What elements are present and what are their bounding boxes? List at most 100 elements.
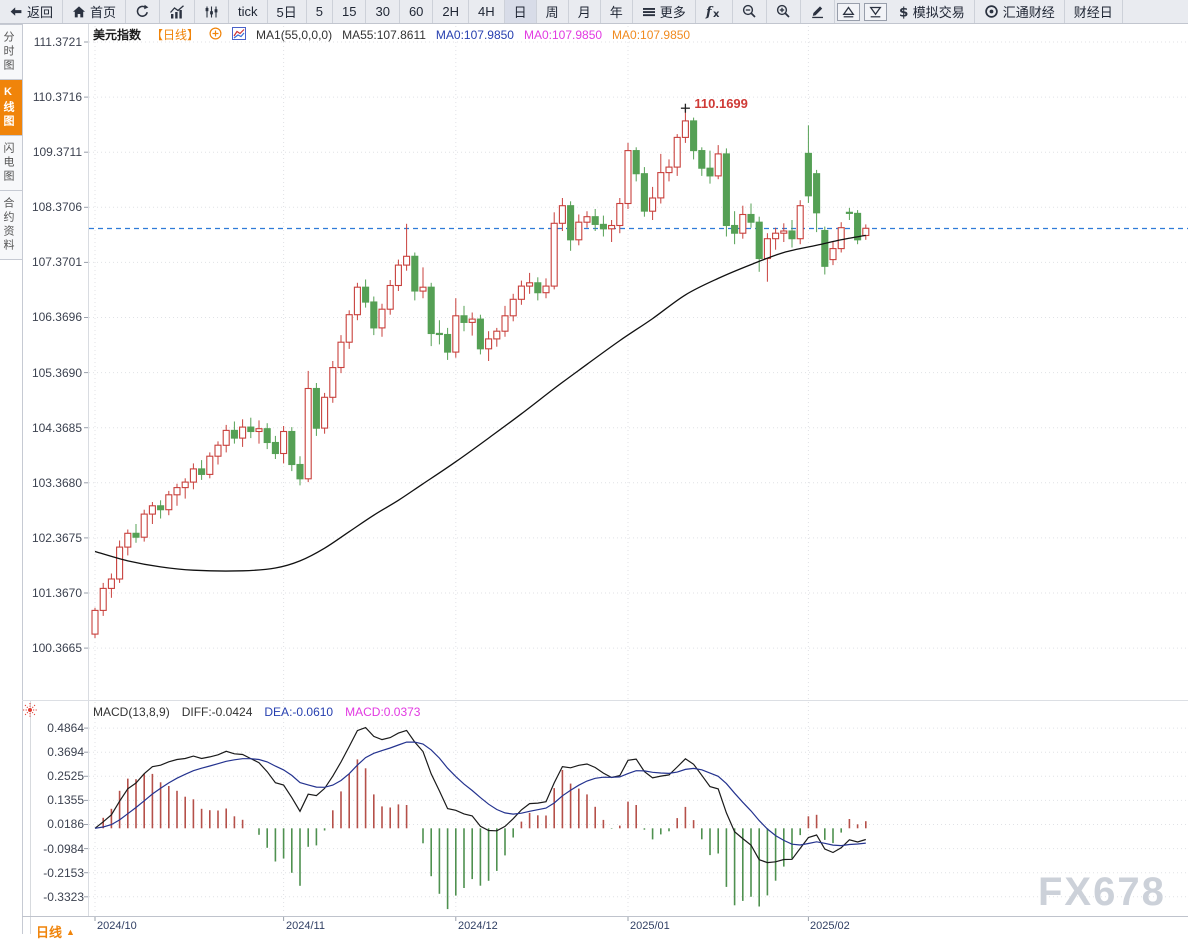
toolbar-period-2h-label: 2H bbox=[442, 4, 459, 19]
toolbar-tick-label: tick bbox=[238, 4, 258, 19]
toolbar-period-day[interactable]: 日 bbox=[505, 0, 537, 23]
sidebar-tab-3[interactable]: 闪电图 bbox=[0, 136, 22, 191]
toolbar-more-label: 更多 bbox=[660, 2, 686, 21]
bottom-period-tab[interactable]: 日线 ▲ bbox=[36, 922, 75, 941]
price-tick-label: 103.3680 bbox=[22, 476, 82, 490]
macd-tick-label: -0.2153 bbox=[24, 866, 84, 880]
toolbar-sim-trading[interactable]: $ 模拟交易 bbox=[889, 0, 975, 23]
fx678-watermark: FX678 bbox=[1038, 870, 1166, 915]
price-tick-label: 100.3665 bbox=[22, 641, 82, 655]
macd-tick-label: 0.1355 bbox=[24, 793, 84, 807]
toolbar-home[interactable]: 首页 bbox=[63, 0, 126, 23]
price-tick-label: 109.3711 bbox=[22, 145, 82, 159]
toolbar-candle-style[interactable] bbox=[195, 0, 229, 23]
chart-legend-row: 美元指数 【日线】 MA1(55,0,0,0) MA55:107.8611 MA… bbox=[93, 26, 690, 43]
date-tick-label: 2025/02 bbox=[810, 920, 850, 932]
price-tick-label: 101.3670 bbox=[22, 586, 82, 600]
sidebar-divider bbox=[22, 24, 23, 934]
toolbar-period-5d[interactable]: 5日 bbox=[268, 0, 307, 23]
sidebar-tab-2[interactable]: K线图 bbox=[0, 80, 22, 136]
price-tick-label: 110.3716 bbox=[22, 90, 82, 104]
date-tick-label: 2025/01 bbox=[630, 920, 670, 932]
macd-params-label: MACD(13,8,9) bbox=[93, 705, 170, 719]
toolbar-finance-calendar-label: 财经日 bbox=[1074, 2, 1113, 21]
macd-tick-label: -0.3323 bbox=[24, 890, 84, 904]
toolbar-period-30[interactable]: 30 bbox=[366, 0, 399, 23]
plot-left-border bbox=[88, 24, 89, 916]
svg-text:x: x bbox=[713, 9, 720, 19]
macd-legend-row: MACD(13,8,9) DIFF:-0.0424 DEA:-0.0610 MA… bbox=[93, 705, 420, 719]
toolbar-more[interactable]: 更多 bbox=[633, 0, 696, 23]
toolbar-period-5d-label: 5日 bbox=[277, 2, 297, 21]
trading-app-window: { "toolbar": { "items": [ {"name":"back"… bbox=[0, 0, 1188, 934]
toolbar-period-4h-label: 4H bbox=[478, 4, 495, 19]
date-tick-label: 2024/12 bbox=[458, 920, 498, 932]
macd-dea-value: DEA:-0.0610 bbox=[264, 705, 333, 719]
panel-divider bbox=[22, 700, 1188, 701]
axis-divider bbox=[0, 916, 1188, 917]
price-tick-label: 106.3696 bbox=[22, 310, 82, 324]
toolbar-period-4h[interactable]: 4H bbox=[469, 0, 505, 23]
chart-canvas[interactable] bbox=[0, 0, 1188, 934]
caret-up-icon: ▲ bbox=[66, 927, 75, 937]
date-tick-label: 2024/11 bbox=[286, 920, 325, 932]
ma0-value-magenta: MA0:107.9850 bbox=[524, 28, 602, 42]
toolbar: 返回 首页 tick 5日 5 15 30 60 2H 4H 日周月年 更多 fx $ 模拟交易汇通财经财经… bbox=[0, 0, 1188, 24]
peak-price-label: 110.1699 bbox=[694, 96, 748, 111]
toolbar-home-label: 首页 bbox=[90, 2, 116, 21]
toolbar-draw[interactable] bbox=[801, 0, 835, 23]
toolbar-huitong-finance[interactable]: 汇通财经 bbox=[975, 0, 1065, 23]
toolbar-period-60-label: 60 bbox=[409, 4, 423, 19]
toolbar-period-5[interactable]: 5 bbox=[307, 0, 333, 23]
toolbar-back-label: 返回 bbox=[27, 2, 53, 21]
macd-gutter-divider bbox=[30, 700, 31, 934]
sidebar-tab-4[interactable]: 合约资料 bbox=[0, 191, 22, 260]
toolbar-chart-style[interactable] bbox=[160, 0, 195, 23]
svg-text:$: $ bbox=[899, 5, 908, 20]
toolbar-zoom-in[interactable] bbox=[767, 0, 801, 23]
macd-tick-label: 0.0186 bbox=[24, 817, 84, 831]
toolbar-finance-calendar[interactable]: 财经日 bbox=[1065, 0, 1123, 23]
price-tick-label: 104.3685 bbox=[22, 421, 82, 435]
toolbar-period-15[interactable]: 15 bbox=[333, 0, 366, 23]
toolbar-period-2h[interactable]: 2H bbox=[433, 0, 469, 23]
toolbar-zoom-out[interactable] bbox=[733, 0, 767, 23]
ma0-value-blue: MA0:107.9850 bbox=[436, 28, 514, 42]
ma0-value-orange: MA0:107.9850 bbox=[612, 28, 690, 42]
toolbar-period-month[interactable]: 月 bbox=[569, 0, 601, 23]
toolbar-period-week[interactable]: 周 bbox=[537, 0, 569, 23]
toolbar-refresh[interactable] bbox=[126, 0, 160, 23]
symbol-name: 美元指数 bbox=[93, 26, 141, 43]
toolbar-period-60[interactable]: 60 bbox=[400, 0, 433, 23]
sidebar-tabs: 分时图K线图闪电图合约资料 bbox=[0, 24, 22, 934]
ma-settings-label: MA1(55,0,0,0) bbox=[256, 28, 332, 42]
macd-tick-label: 0.2525 bbox=[24, 769, 84, 783]
price-tick-label: 107.3701 bbox=[22, 255, 82, 269]
toolbar-period-week-label: 周 bbox=[546, 2, 559, 21]
price-tick-label: 102.3675 bbox=[22, 531, 82, 545]
toolbar-period-year[interactable]: 年 bbox=[601, 0, 633, 23]
price-tick-label: 111.3721 bbox=[22, 35, 82, 49]
macd-tick-label: 0.3694 bbox=[24, 745, 84, 759]
toolbar-period-year-label: 年 bbox=[610, 2, 623, 21]
price-tick-label: 108.3706 bbox=[22, 200, 82, 214]
toolbar-period-5-label: 5 bbox=[316, 4, 323, 19]
mini-chart-icon[interactable] bbox=[232, 27, 246, 43]
add-indicator-icon[interactable] bbox=[209, 27, 222, 43]
toolbar-flag-down[interactable] bbox=[862, 0, 889, 23]
toolbar-flag-up[interactable] bbox=[835, 0, 862, 23]
period-tag: 【日线】 bbox=[151, 26, 199, 43]
macd-hist-value: MACD:0.0373 bbox=[345, 705, 420, 719]
sidebar-tab-1[interactable]: 分时图 bbox=[0, 24, 22, 80]
indicator-settings-sun-icon[interactable] bbox=[22, 702, 38, 723]
macd-tick-label: 0.4864 bbox=[24, 721, 84, 735]
toolbar-period-day-label: 日 bbox=[514, 2, 527, 21]
price-tick-label: 105.3690 bbox=[22, 366, 82, 380]
toolbar-back[interactable]: 返回 bbox=[0, 0, 63, 23]
toolbar-period-15-label: 15 bbox=[342, 4, 356, 19]
toolbar-tick[interactable]: tick bbox=[229, 0, 268, 23]
toolbar-fx-indicators[interactable]: fx bbox=[696, 0, 733, 23]
toolbar-period-30-label: 30 bbox=[375, 4, 389, 19]
bottom-period-label: 日线 bbox=[36, 922, 62, 941]
toolbar-sim-trading-label: 模拟交易 bbox=[913, 2, 965, 21]
